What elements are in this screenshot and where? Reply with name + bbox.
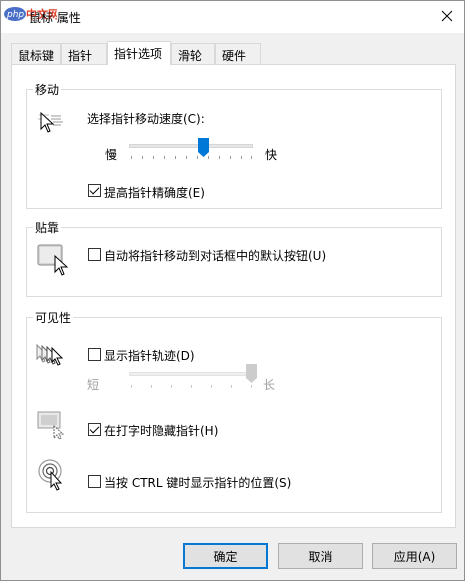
fast-label: 快 xyxy=(265,148,278,162)
trails-slider-ticks xyxy=(131,385,252,388)
trails-short-label: 短 xyxy=(87,378,100,392)
pointer-trails-checkbox[interactable] xyxy=(88,348,101,361)
speed-slider-ticks xyxy=(131,156,252,159)
trails-slider-thumb[interactable] xyxy=(245,364,257,384)
tab-label: 硬件 xyxy=(222,49,247,63)
apply-button-label: 应用(A) xyxy=(393,549,436,564)
title-bar: php 中文网 鼠标 属性 xyxy=(1,1,464,33)
cancel-button[interactable]: 取消 xyxy=(278,543,363,569)
hide-while-typing-checkbox[interactable] xyxy=(88,423,101,436)
show-location-icon xyxy=(38,459,63,491)
show-location-ctrl-checkbox[interactable] xyxy=(88,475,101,488)
hide-while-typing-label: 在打字时隐藏指针(H) xyxy=(104,424,219,438)
tab-label: 指针 xyxy=(68,49,93,63)
snap-to-default-checkbox[interactable] xyxy=(88,248,101,261)
tab-label: 指针选项 xyxy=(114,47,163,61)
tab-wheel[interactable]: 滑轮 xyxy=(171,43,215,64)
speed-slider-track xyxy=(129,144,253,148)
pointer-speed-icon xyxy=(38,111,63,133)
motion-group: 移动 选择指针移动速度(C): 慢 快 提高指针精确度(E) xyxy=(26,81,442,209)
window-title: 鼠标 属性 xyxy=(29,11,81,25)
snap-to-button-icon xyxy=(37,244,69,276)
tab-label: 滑轮 xyxy=(178,49,203,63)
pointer-options-panel: 移动 选择指针移动速度(C): 慢 快 提高指针精确度(E) 贴靠 自动将指针移… xyxy=(11,64,456,528)
cancel-button-label: 取消 xyxy=(308,549,333,564)
pointer-trails-label: 显示指针轨迹(D) xyxy=(104,349,195,363)
ok-button-label: 确定 xyxy=(213,549,238,564)
visibility-group: 可见性 显示指针轨迹(D) 短 长 在打字时隐藏指针(H) 当按 CTRL 键时… xyxy=(26,309,442,513)
snap-group: 贴靠 自动将指针移动到对话框中的默认按钮(U) xyxy=(26,219,442,297)
enhance-precision-checkbox[interactable] xyxy=(88,184,101,197)
mouse-properties-window: php 中文网 鼠标 属性 鼠标键 指针 指针选项 滑轮 硬件 移动 选择指针移… xyxy=(0,0,465,581)
close-button[interactable] xyxy=(433,3,461,29)
motion-group-title: 移动 xyxy=(33,81,62,98)
tab-label: 鼠标键 xyxy=(18,49,55,63)
tab-pointer-options[interactable]: 指针选项 xyxy=(107,41,171,65)
close-icon xyxy=(441,10,453,22)
tab-pointers[interactable]: 指针 xyxy=(61,43,107,64)
pointer-trails-icon xyxy=(36,343,64,366)
show-location-ctrl-label: 当按 CTRL 键时显示指针的位置(S) xyxy=(104,476,292,490)
slow-label: 慢 xyxy=(105,148,118,162)
ok-button[interactable]: 确定 xyxy=(183,543,268,569)
speed-slider-thumb[interactable] xyxy=(197,138,209,158)
trails-slider-track xyxy=(129,372,253,376)
tab-hardware[interactable]: 硬件 xyxy=(215,43,261,64)
apply-button[interactable]: 应用(A) xyxy=(372,543,457,569)
tab-buttons[interactable]: 鼠标键 xyxy=(11,43,61,64)
trails-long-label: 长 xyxy=(263,378,276,392)
svg-text:php: php xyxy=(6,10,24,20)
visibility-group-title: 可见性 xyxy=(33,309,74,326)
snap-group-title: 贴靠 xyxy=(33,219,62,236)
tab-strip: 鼠标键 指针 指针选项 滑轮 硬件 xyxy=(11,41,456,65)
pointer-speed-label: 选择指针移动速度(C): xyxy=(87,112,205,126)
hide-while-typing-icon xyxy=(37,411,65,440)
snap-to-default-label: 自动将指针移动到对话框中的默认按钮(U) xyxy=(104,249,327,263)
enhance-precision-label: 提高指针精确度(E) xyxy=(104,186,205,200)
